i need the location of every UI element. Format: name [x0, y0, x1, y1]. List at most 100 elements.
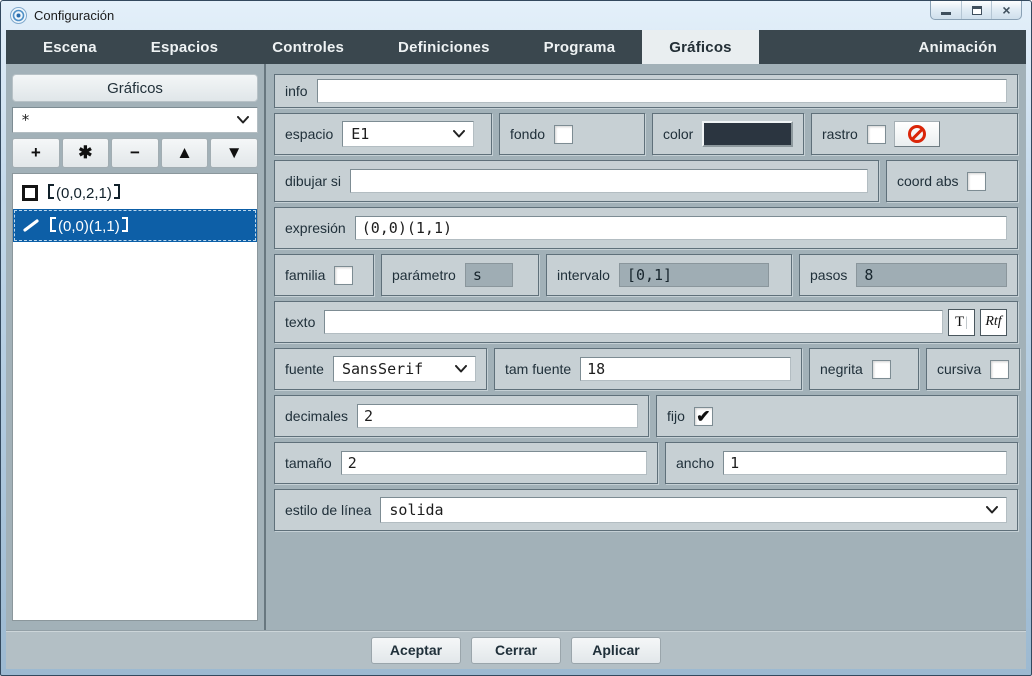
accept-button[interactable]: Aceptar [371, 637, 461, 664]
close-button[interactable]: Cerrar [471, 637, 561, 664]
apply-button[interactable]: Aplicar [571, 637, 661, 664]
parametro-group: parámetro s [381, 254, 539, 296]
bracket-right-icon [122, 217, 128, 232]
minimize-button[interactable] [931, 1, 961, 19]
fuente-select[interactable]: SansSerif [333, 356, 476, 382]
familia-group: familia [274, 254, 374, 296]
estilo-linea-select[interactable]: solida [380, 497, 1007, 523]
negrita-checkbox[interactable] [872, 360, 891, 379]
move-down-button[interactable]: ▼ [210, 138, 258, 168]
fuente-group: fuente SansSerif [274, 348, 487, 390]
list-item-label: (0,0)(1,1) [50, 216, 128, 235]
list-item-label: (0,0,2,1) [48, 183, 120, 202]
ancho-input[interactable] [723, 451, 1007, 475]
tab-bar: Escena Espacios Controles Definiciones P… [6, 30, 1026, 64]
info-label: info [285, 83, 308, 99]
graphics-panel-header: Gráficos [12, 74, 258, 102]
intervalo-label: intervalo [557, 267, 610, 283]
graphics-toolbar: + ✱ − ▲ ▼ [12, 138, 258, 168]
plain-text-button[interactable]: T| [948, 309, 975, 336]
move-up-button[interactable]: ▲ [161, 138, 209, 168]
text-cursor-icon: T| [955, 314, 968, 331]
graphics-list: (0,0,2,1) (0,0)(1,1) [12, 173, 258, 621]
expresion-input[interactable] [355, 216, 1007, 240]
chevron-down-icon [455, 365, 467, 373]
ancho-label: ancho [676, 455, 714, 471]
titlebar: Configuración × [6, 1, 1026, 30]
tab-escena[interactable]: Escena [16, 30, 124, 64]
chevron-down-icon [453, 130, 465, 138]
color-label: color [663, 126, 693, 142]
cursiva-checkbox[interactable] [990, 360, 1009, 379]
color-swatch[interactable] [702, 121, 793, 147]
dibujar-si-input[interactable] [350, 169, 868, 193]
rastro-checkbox[interactable] [867, 125, 886, 144]
graphics-panel: Gráficos * + ✱ − ▲ ▼ (0,0,2,1) (0,0) [12, 70, 258, 630]
tam-fuente-label: tam fuente [505, 361, 571, 377]
clone-graphic-button[interactable]: ✱ [62, 138, 110, 168]
pasos-field: 8 [856, 263, 1007, 287]
remove-graphic-button[interactable]: − [111, 138, 159, 168]
decimales-label: decimales [285, 408, 348, 424]
maximize-button[interactable] [961, 1, 991, 19]
rtf-text-button[interactable]: Rtf [980, 309, 1007, 336]
fondo-checkbox[interactable] [554, 125, 573, 144]
decimales-input[interactable] [357, 404, 638, 428]
expresion-label: expresión [285, 220, 346, 236]
dibujar-si-group: dibujar si [274, 160, 879, 202]
close-window-button[interactable]: × [991, 1, 1021, 19]
fijo-label: fijo [667, 408, 685, 424]
texto-input[interactable] [324, 310, 943, 334]
tab-controles[interactable]: Controles [245, 30, 371, 64]
clear-trace-button[interactable] [894, 121, 940, 147]
familia-checkbox[interactable] [334, 266, 353, 285]
texto-group: texto T| Rtf [274, 301, 1018, 343]
texto-label: texto [285, 314, 315, 330]
tab-graficos[interactable]: Gráficos [642, 30, 758, 64]
cursiva-label: cursiva [937, 361, 981, 377]
tam-fuente-input[interactable] [580, 357, 791, 381]
tab-animacion[interactable]: Animación [892, 30, 1024, 64]
cursiva-group: cursiva [926, 348, 1020, 390]
rastro-label: rastro [822, 126, 858, 142]
list-item[interactable]: (0,0)(1,1) [13, 209, 257, 242]
decimales-group: decimales [274, 395, 649, 437]
list-item[interactable]: (0,0,2,1) [13, 176, 257, 209]
fijo-checkbox[interactable]: ✔ [694, 407, 713, 426]
no-entry-icon [908, 125, 926, 143]
tamano-input[interactable] [341, 451, 647, 475]
tab-programa[interactable]: Programa [517, 30, 643, 64]
negrita-group: negrita [809, 348, 919, 390]
app-icon [10, 7, 27, 24]
add-graphic-button[interactable]: + [12, 138, 60, 168]
pasos-label: pasos [810, 267, 847, 283]
espacio-label: espacio [285, 126, 333, 142]
graphics-filter-value: * [21, 111, 229, 129]
fijo-group: fijo ✔ [656, 395, 1018, 437]
graphics-filter-select[interactable]: * [12, 107, 258, 133]
tamano-label: tamaño [285, 455, 332, 471]
fuente-value: SansSerif [342, 360, 447, 378]
parametro-label: parámetro [392, 267, 456, 283]
chevron-down-icon [986, 506, 998, 514]
estilo-linea-group: estilo de línea solida [274, 489, 1018, 531]
info-group: info [274, 74, 1018, 108]
coord-abs-label: coord abs [897, 173, 958, 189]
estilo-linea-value: solida [389, 501, 978, 519]
tab-espacios[interactable]: Espacios [124, 30, 245, 64]
espacio-value: E1 [351, 125, 445, 143]
bracket-right-icon [114, 184, 120, 199]
negrita-label: negrita [820, 361, 863, 377]
ancho-group: ancho [665, 442, 1018, 484]
close-icon: × [1002, 3, 1010, 17]
panel-divider [264, 64, 266, 630]
window-title: Configuración [34, 8, 114, 23]
coord-abs-checkbox[interactable] [967, 172, 986, 191]
square-outline-icon [22, 185, 38, 201]
espacio-select[interactable]: E1 [342, 121, 474, 147]
expresion-group: expresión [274, 207, 1018, 249]
graphic-properties-form: info espacio E1 fondo color [272, 70, 1020, 630]
tab-definiciones[interactable]: Definiciones [371, 30, 517, 64]
tamano-group: tamaño [274, 442, 658, 484]
info-input[interactable] [317, 79, 1007, 103]
